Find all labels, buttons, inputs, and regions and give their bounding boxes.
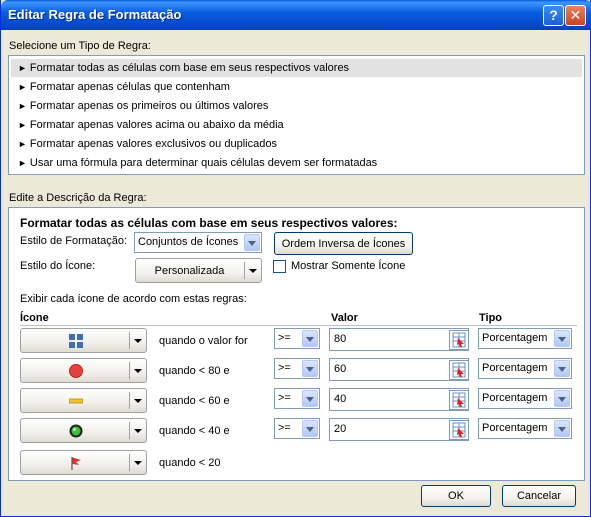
show-icon-only-checkbox[interactable] bbox=[273, 260, 286, 273]
ok-button[interactable]: OK bbox=[421, 485, 491, 507]
reverse-icon-order-button[interactable]: Ordem Inversa de Ícones bbox=[274, 232, 413, 255]
icon-select-2[interactable] bbox=[20, 358, 147, 383]
show-icon-only-label: Mostrar Somente Ícone bbox=[291, 260, 406, 272]
rule-type-label: Selecione um Tipo de Regra: bbox=[9, 40, 151, 52]
cell-reference-icon[interactable] bbox=[449, 420, 469, 440]
chevron-down-icon[interactable] bbox=[554, 390, 570, 407]
rule-type-list[interactable]: ► Formatar todas as células com base em s… bbox=[8, 55, 585, 175]
red-flag-icon bbox=[69, 456, 83, 470]
rules-caption: Exibir cada ícone de acordo com estas re… bbox=[20, 293, 247, 305]
chevron-down-icon bbox=[134, 339, 142, 343]
value-input[interactable]: 60 bbox=[329, 358, 469, 381]
type-select[interactable]: Porcentagem bbox=[478, 418, 572, 439]
chevron-down-icon[interactable] bbox=[302, 420, 318, 437]
operator-select[interactable]: >= bbox=[274, 388, 320, 409]
rule-type-item[interactable]: ► Formatar apenas células que contenham bbox=[11, 78, 582, 96]
icon-style-label: Estilo do Ícone: bbox=[20, 260, 96, 272]
help-button[interactable]: ? bbox=[543, 5, 564, 26]
chevron-down-icon[interactable] bbox=[302, 360, 318, 377]
arrow-right-icon: ► bbox=[18, 101, 27, 111]
description-heading: Formatar todas as células com base em se… bbox=[20, 216, 398, 230]
cell-reference-icon[interactable] bbox=[449, 390, 469, 410]
icon-style-select[interactable]: Personalizada bbox=[135, 258, 262, 283]
close-button[interactable]: ✕ bbox=[565, 5, 586, 26]
cancel-button[interactable]: Cancelar bbox=[502, 485, 576, 507]
chevron-down-icon bbox=[134, 461, 142, 465]
value-column-header: Valor bbox=[331, 312, 358, 324]
arrow-right-icon: ► bbox=[18, 63, 27, 73]
type-select[interactable]: Porcentagem bbox=[478, 358, 572, 379]
red-circle-icon bbox=[69, 364, 83, 378]
rule-type-item[interactable]: ► Formatar todas as células com base em s… bbox=[11, 59, 582, 77]
icon-select-3[interactable] bbox=[20, 388, 147, 413]
chevron-down-icon bbox=[134, 369, 142, 373]
chevron-down-icon bbox=[134, 429, 142, 433]
rule-type-item[interactable]: ► Formatar apenas os primeiros ou últimos… bbox=[11, 97, 582, 115]
value-input[interactable]: 20 bbox=[329, 418, 469, 441]
dialog-title: Editar Regra de Formatação bbox=[8, 7, 182, 22]
icon-select-1[interactable] bbox=[20, 328, 147, 353]
chevron-down-icon[interactable] bbox=[302, 330, 318, 347]
condition-text: quando < 20 bbox=[159, 457, 221, 469]
header-divider bbox=[20, 325, 577, 326]
chevron-down-icon bbox=[249, 269, 257, 273]
operator-select[interactable]: >= bbox=[274, 358, 320, 379]
type-column-header: Tipo bbox=[479, 312, 503, 324]
rule-description-panel: Formatar todas as células com base em se… bbox=[8, 207, 585, 481]
icon-column-header: Ícone bbox=[20, 312, 49, 324]
condition-text: quando < 80 e bbox=[159, 365, 230, 377]
four-squares-icon bbox=[69, 334, 83, 348]
condition-text: quando < 40 e bbox=[159, 425, 230, 437]
yellow-dash-icon bbox=[68, 394, 84, 408]
chevron-down-icon[interactable] bbox=[554, 420, 570, 437]
cell-reference-icon[interactable] bbox=[449, 360, 469, 380]
rule-type-item[interactable]: ► Usar uma fórmula para determinar quais … bbox=[11, 154, 582, 172]
type-select[interactable]: Porcentagem bbox=[478, 388, 572, 409]
icon-select-5[interactable] bbox=[20, 450, 147, 475]
chevron-down-icon[interactable] bbox=[554, 360, 570, 377]
chevron-down-icon[interactable] bbox=[244, 234, 260, 251]
rule-type-item[interactable]: ► Formatar apenas valores acima ou abaixo… bbox=[11, 116, 582, 134]
operator-select[interactable]: >= bbox=[274, 418, 320, 439]
arrow-right-icon: ► bbox=[18, 139, 27, 149]
format-style-select[interactable]: Conjuntos de Ícones bbox=[134, 232, 262, 253]
divider bbox=[244, 262, 245, 279]
operator-select[interactable]: >= bbox=[274, 328, 320, 349]
chevron-down-icon bbox=[134, 399, 142, 403]
arrow-right-icon: ► bbox=[18, 158, 27, 168]
green-light-icon bbox=[69, 424, 83, 438]
value-input[interactable]: 80 bbox=[329, 328, 469, 351]
condition-text: quando < 60 e bbox=[159, 395, 230, 407]
title-bar[interactable]: Editar Regra de Formatação ? ✕ bbox=[1, 0, 591, 30]
rule-description-label: Edite a Descrição da Regra: bbox=[9, 192, 147, 204]
arrow-right-icon: ► bbox=[18, 82, 27, 92]
cell-reference-icon[interactable] bbox=[449, 330, 469, 350]
chevron-down-icon[interactable] bbox=[554, 330, 570, 347]
condition-text: quando o valor for bbox=[159, 335, 248, 347]
type-select[interactable]: Porcentagem bbox=[478, 328, 572, 349]
value-input[interactable]: 40 bbox=[329, 388, 469, 411]
rule-type-item[interactable]: ► Formatar apenas valores exclusivos ou d… bbox=[11, 135, 582, 153]
icon-select-4[interactable] bbox=[20, 418, 147, 443]
chevron-down-icon[interactable] bbox=[302, 390, 318, 407]
arrow-right-icon: ► bbox=[18, 120, 27, 130]
format-style-label: Estilo de Formatação: bbox=[20, 235, 127, 247]
dialog-window: Editar Regra de Formatação ? ✕ Selecione… bbox=[0, 0, 591, 517]
